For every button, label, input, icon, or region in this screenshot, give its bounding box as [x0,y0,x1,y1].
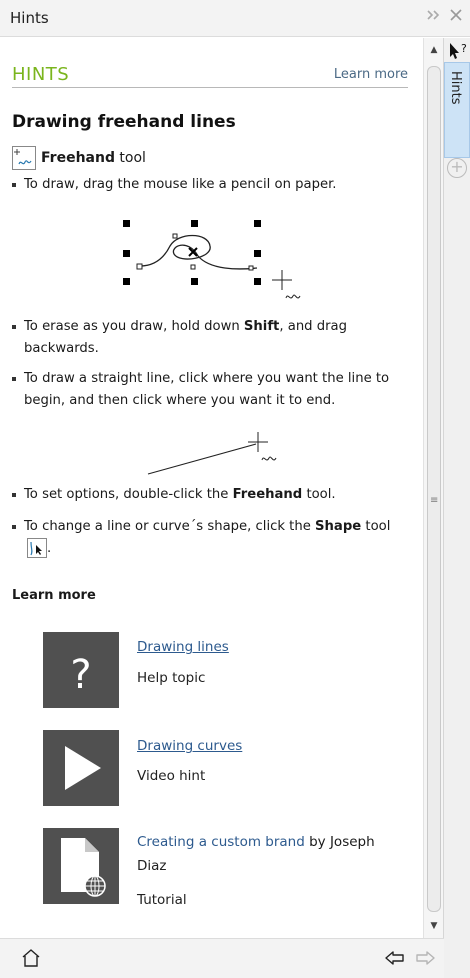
hints-panel: HINTS Learn more Drawing freehand lines … [0,38,444,938]
panel-title: Hints [10,9,49,27]
straight-line-illustration [144,430,294,480]
shift-key-label: Shift [243,319,280,334]
tab-hints-label: Hints [448,71,463,105]
hint-bullet: To erase as you draw, hold down Shift, a… [12,316,402,360]
card-type: Video hint [137,768,206,784]
collapse-panel-icon[interactable] [425,8,443,26]
card-byline: by Joseph [304,834,375,850]
bullet-text: To draw, drag the mouse like a pencil on… [24,177,337,192]
freehand-key-label: Freehand [232,487,303,502]
forward-arrow-icon[interactable] [414,947,436,969]
card-type: Tutorial [137,892,187,908]
bullet-text: To set options, double-click the [24,487,233,502]
docker-tabs: ? Hints + [444,38,470,978]
close-icon[interactable] [447,8,465,26]
freehand-tool-name: Freehand [41,150,115,166]
card-title-line: Creating a custom brand by Joseph [137,834,375,850]
hint-bullet: To change a line or curve´s shape, click… [12,516,402,560]
scroll-thumb[interactable]: ≡ [427,66,441,912]
bullet-text: tool [361,519,391,534]
hints-header-label: HINTS [12,64,70,85]
freehand-tool-suffix: tool [114,150,146,166]
bullet-text: tool. [302,487,336,502]
bottom-toolbar [0,938,444,978]
freehand-illustration [118,214,308,310]
add-docker-icon[interactable]: + [447,158,467,178]
learn-card: Drawing curves Video hint [43,730,403,810]
play-icon[interactable] [43,730,119,806]
document-globe-icon[interactable] [43,828,119,904]
question-icon[interactable]: ? [43,632,119,708]
custom-brand-link[interactable]: Creating a custom brand [137,834,305,850]
learn-more-title: Learn more [12,588,96,603]
shape-tool-icon [27,538,47,558]
bullet-text: To change a line or curve´s shape, click… [24,519,316,534]
bullet-text: To erase as you draw, hold down [24,319,244,334]
card-author: Diaz [137,858,167,874]
learn-card: Creating a custom brand by Joseph Diaz T… [43,828,403,918]
bullet-text: . [47,541,52,556]
back-arrow-icon[interactable] [384,947,406,969]
hint-bullet: To draw a straight line, click where you… [12,368,402,412]
card-type: Help topic [137,670,206,686]
freehand-tool-icon [12,146,36,170]
shape-key-label: Shape [315,519,362,534]
home-icon[interactable] [20,947,42,969]
svg-text:?: ? [461,42,467,55]
topic-title: Drawing freehand lines [12,112,236,132]
context-help-icon[interactable]: ? [446,40,470,62]
vertical-scrollbar[interactable]: ▲ ≡ ▼ [423,38,443,938]
hints-header: HINTS Learn more [12,64,408,88]
tab-hints[interactable]: Hints [444,62,470,158]
learn-card: ? Drawing lines Help topic [43,632,403,712]
hint-bullet: To set options, double-click the Freehan… [12,484,402,506]
scroll-up-arrow-icon[interactable]: ▲ [424,40,444,60]
drawing-curves-link[interactable]: Drawing curves [137,738,242,754]
scroll-down-arrow-icon[interactable]: ▼ [424,916,444,936]
svg-text:?: ? [70,652,91,698]
hint-bullet: To draw, drag the mouse like a pencil on… [12,174,402,196]
bullet-text: To draw a straight line, click where you… [24,371,390,408]
scroll-grip-icon: ≡ [430,495,439,506]
drawing-lines-link[interactable]: Drawing lines [137,639,229,655]
learn-more-link[interactable]: Learn more [334,67,408,82]
panel-titlebar: Hints [0,0,470,37]
